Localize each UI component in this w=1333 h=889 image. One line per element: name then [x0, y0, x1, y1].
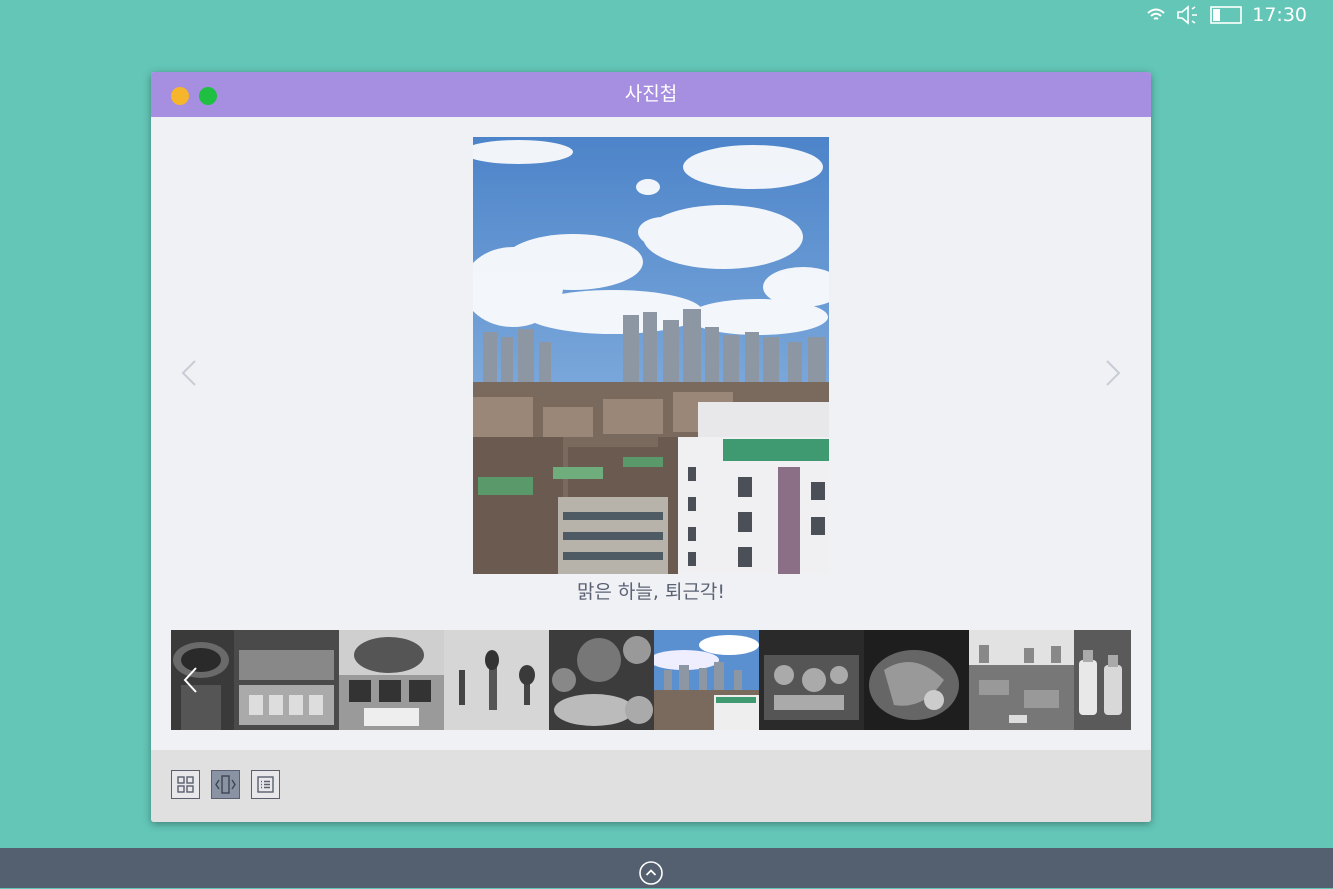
thumbnail-strip [171, 630, 1131, 730]
thumbnail-strip-prev-button[interactable] [171, 630, 211, 730]
view-mode-toolbar [151, 750, 1151, 822]
chevron-right-icon [1106, 360, 1121, 386]
thumbnail[interactable] [444, 630, 549, 730]
thumbnail[interactable] [549, 630, 654, 730]
thumbnail[interactable] [864, 630, 969, 730]
carousel-icon [215, 775, 236, 794]
photo-album-window: 사진첩 맑은 하늘, 퇴근각! [151, 72, 1151, 822]
thumbnail-selected[interactable] [654, 630, 759, 730]
photo-caption: 맑은 하늘, 퇴근각! [576, 581, 726, 603]
viewer-area: 맑은 하늘, 퇴근각! [151, 117, 1151, 750]
thumbnail[interactable] [1074, 630, 1131, 730]
grid-view-button[interactable] [171, 770, 200, 799]
volume-muted-icon[interactable] [1176, 5, 1200, 25]
thumbnail[interactable] [759, 630, 864, 730]
chevron-up-circle-icon [639, 861, 663, 885]
status-bar: 17:30 [1146, 0, 1333, 30]
slide-view-button[interactable] [211, 770, 240, 799]
chevron-left-icon [183, 667, 197, 693]
window-title: 사진첩 [624, 83, 678, 105]
next-photo-button[interactable] [1102, 355, 1124, 391]
thumbnail[interactable] [339, 630, 444, 730]
main-photo[interactable] [473, 137, 829, 574]
previous-photo-button[interactable] [178, 355, 200, 391]
thumbnail[interactable] [234, 630, 339, 730]
taskbar [0, 848, 1333, 888]
wifi-icon[interactable] [1146, 6, 1166, 24]
battery-low-icon[interactable] [1210, 5, 1243, 25]
chevron-left-icon [181, 360, 196, 386]
list-icon [257, 776, 274, 793]
clock: 17:30 [1252, 4, 1307, 26]
list-view-button[interactable] [251, 770, 280, 799]
title-bar[interactable]: 사진첩 [151, 72, 1151, 117]
thumbnail[interactable] [969, 630, 1074, 730]
grid-icon [177, 776, 194, 793]
taskbar-expand-button[interactable] [639, 861, 663, 885]
